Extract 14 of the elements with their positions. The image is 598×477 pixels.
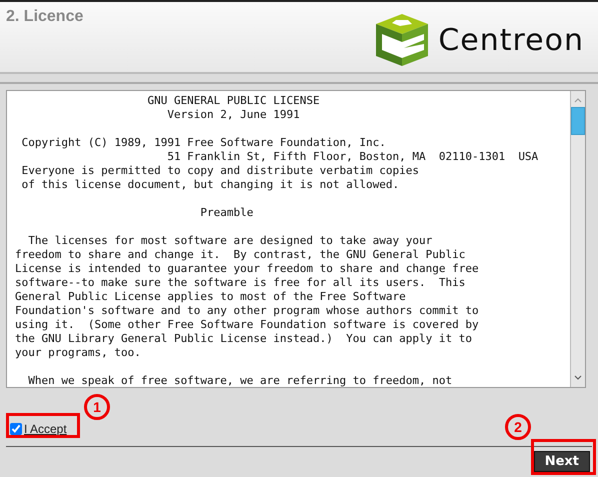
- licence-text: GNU GENERAL PUBLIC LICENSE Version 2, June 1991 Copyright (C) 1989, 1991 Free Software Foundation, Inc. 51 Franklin St, Fifth Floor, Boston, MA 02110-1301 USA Everyone is permitted to copy and distribute verbatim copies of this license document, but changing it is not allowed. Preamble The licenses for most software are designed to take away your freedom to share and change it. By contrast, the GNU General Public License is intended to guarantee your freedom to share and change free software--to make sure the software is free for all its users. This General Public License applies to most of the Free Software Foundation's software and to any other program whose authors commit to using it. (Some other Free Software Foundation software is covered by the GNU Library General Public License instead.) You can apply it to your programs, too. When we speak of free software, we are referring to freedom, not: [14, 93, 540, 387]
- accept-label[interactable]: I Accept: [24, 422, 67, 436]
- cube-logo-icon: [374, 12, 430, 68]
- accept-checkbox[interactable]: [10, 423, 22, 435]
- scroll-up-icon[interactable]: [573, 97, 583, 103]
- scroll-down-icon[interactable]: [573, 375, 583, 381]
- scroll-thumb[interactable]: [571, 107, 585, 135]
- scrollbar[interactable]: [570, 91, 585, 387]
- step-number: 2: [505, 414, 531, 440]
- next-button[interactable]: Next: [534, 451, 590, 472]
- step-title: 2. Licence: [6, 8, 84, 26]
- step-number: 1: [84, 394, 110, 420]
- logo-wordmark: Centreon: [438, 22, 584, 58]
- highlight-frame: [531, 439, 596, 475]
